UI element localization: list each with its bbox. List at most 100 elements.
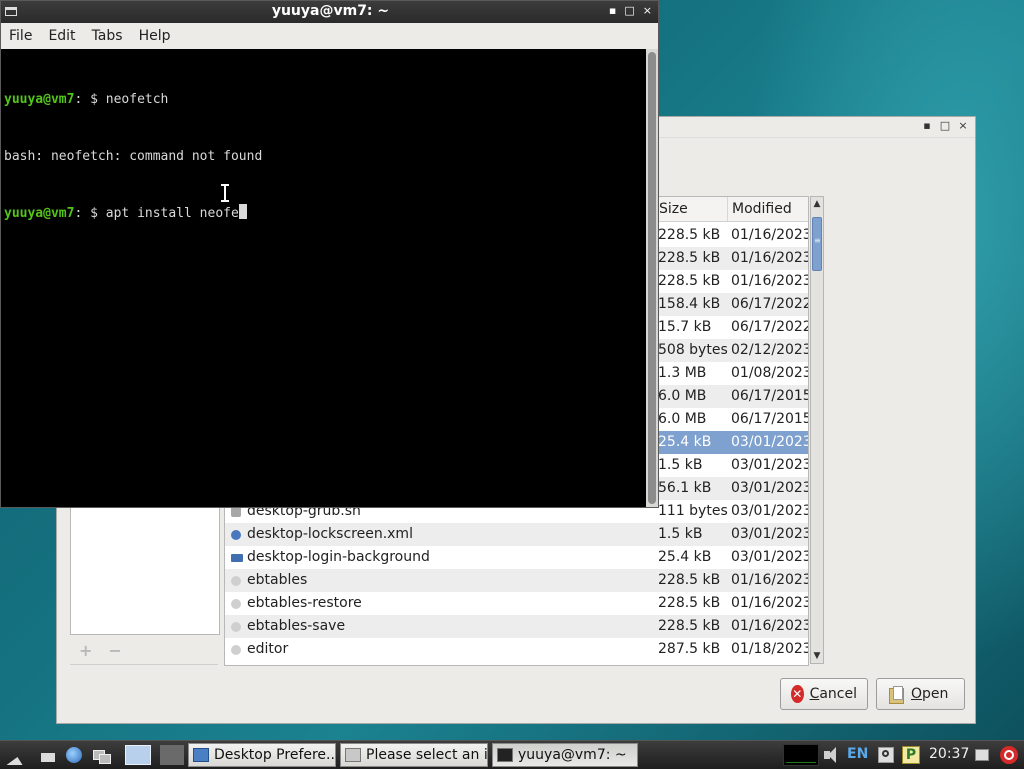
file-modified: 01/16/2023: [731, 572, 809, 588]
file-row[interactable]: ebtables-save 228.5 kB 01/16/2023: [225, 615, 808, 638]
file-size: 6.0 MB: [658, 388, 707, 404]
taskbar-separator: [160, 745, 184, 765]
file-modified: 03/01/2023: [731, 457, 809, 473]
file-icon: [231, 576, 241, 586]
size-column-header[interactable]: Size: [654, 197, 727, 221]
file-size: 228.5 kB: [658, 250, 721, 266]
file-size: 25.4 kB: [658, 549, 712, 565]
file-name: editor: [247, 641, 289, 657]
file-name: desktop-lockscreen.xml: [247, 526, 413, 542]
menu-edit[interactable]: Edit: [40, 28, 83, 44]
dialog-minimize-button[interactable]: ▪: [921, 119, 933, 133]
cancel-label: Cancel: [809, 686, 857, 702]
remove-bookmark-button[interactable]: −: [108, 641, 121, 660]
clock[interactable]: 20:37: [929, 746, 969, 762]
file-modified: 03/01/2023: [731, 503, 809, 519]
file-name: ebtables-save: [247, 618, 346, 634]
task-please-select[interactable]: Please select an i...: [340, 743, 488, 767]
lock-screen-icon[interactable]: [973, 746, 991, 764]
terminal-minimize-button[interactable]: ▪: [609, 4, 616, 17]
file-list-scrollbar[interactable]: ▲ ≡ ▼: [810, 196, 824, 664]
file-modified: 01/16/2023: [731, 273, 809, 289]
file-size: 1.5 kB: [658, 457, 703, 473]
keyboard-layout-indicator[interactable]: EN: [847, 746, 868, 762]
file-modified: 03/01/2023: [731, 434, 809, 450]
terminal-scrollbar[interactable]: [646, 49, 658, 507]
file-size: 56.1 kB: [658, 480, 712, 496]
show-desktop-icon[interactable]: [123, 744, 151, 766]
power-icon[interactable]: [1000, 746, 1018, 764]
terminal-title: yuuya@vm7: ~: [271, 3, 390, 19]
file-modified: 03/01/2023: [731, 549, 809, 565]
file-modified: 02/12/2023: [731, 342, 809, 358]
file-size: 15.7 kB: [658, 319, 712, 335]
file-modified: 06/17/2022: [731, 319, 809, 335]
open-folder-icon: [887, 685, 905, 704]
file-row[interactable]: editor 287.5 kB 01/18/2023: [225, 638, 808, 661]
task-label: Desktop Prefere...: [214, 747, 336, 763]
file-size: 158.4 kB: [658, 296, 721, 312]
file-size: 228.5 kB: [658, 595, 721, 611]
terminal-menubar: File Edit Tabs Help: [1, 23, 658, 49]
file-modified: 01/08/2023: [731, 365, 809, 381]
file-size: 228.5 kB: [658, 572, 721, 588]
scroll-down-arrow-icon[interactable]: ▼: [811, 649, 823, 663]
file-row[interactable]: desktop-lockscreen.xml 1.5 kB 03/01/2023: [225, 523, 808, 546]
scrollbar-thumb[interactable]: ≡: [812, 217, 822, 271]
dialog-close-button[interactable]: ×: [957, 119, 969, 133]
task-terminal[interactable]: yuuya@vm7: ~: [492, 743, 638, 767]
menu-file[interactable]: File: [1, 28, 40, 44]
terminal-maximize-button[interactable]: □: [624, 4, 634, 17]
start-menu-icon[interactable]: [6, 745, 26, 765]
menu-help[interactable]: Help: [131, 28, 179, 44]
cancel-button[interactable]: ✕ Cancel: [780, 678, 868, 710]
file-size: 6.0 MB: [658, 411, 707, 427]
file-name: ebtables-restore: [247, 595, 362, 611]
task-label: Please select an i...: [366, 747, 488, 763]
terminal-titlebar[interactable]: yuuya@vm7: ~ ▪ □ ×: [1, 1, 658, 23]
file-size: 228.5 kB: [658, 227, 721, 243]
file-size: 1.3 MB: [658, 365, 707, 381]
places-sidebar[interactable]: [70, 507, 220, 635]
terminal-output[interactable]: yuuya@vm7: $ neofetch bash: neofetch: co…: [1, 49, 644, 507]
file-size: 228.5 kB: [658, 618, 721, 634]
cancel-icon: ✕: [791, 685, 804, 703]
file-icon: [231, 622, 241, 632]
file-modified: 03/01/2023: [731, 526, 809, 542]
web-browser-icon[interactable]: [64, 745, 84, 765]
task-desktop-preferences[interactable]: Desktop Prefere...: [188, 743, 336, 767]
text-cursor: [238, 204, 247, 219]
task-label: yuuya@vm7: ~: [518, 747, 627, 763]
file-icon: [231, 645, 241, 655]
search-icon[interactable]: [877, 746, 895, 764]
ibeam-cursor-icon: [220, 184, 230, 202]
terminal-window: yuuya@vm7: ~ ▪ □ × File Edit Tabs Help y…: [0, 0, 659, 508]
taskbar: Desktop Prefere... Please select an i...…: [0, 740, 1024, 769]
picture-select-icon: [345, 748, 361, 762]
open-button[interactable]: Open: [876, 678, 965, 710]
file-manager-icon[interactable]: [38, 745, 58, 765]
file-row[interactable]: ebtables 228.5 kB 01/16/2023: [225, 569, 808, 592]
file-icon: [231, 599, 241, 609]
terminal-scrollbar-thumb[interactable]: [648, 52, 656, 504]
file-size: 1.5 kB: [658, 526, 703, 542]
file-row[interactable]: ebtables-restore 228.5 kB 01/16/2023: [225, 592, 808, 615]
clipboard-p-icon[interactable]: P: [902, 746, 920, 764]
dialog-maximize-button[interactable]: □: [939, 119, 951, 133]
modified-column-header[interactable]: Modified: [727, 197, 808, 221]
file-row[interactable]: desktop-login-background 25.4 kB 03/01/202…: [225, 546, 808, 569]
xml-icon: [231, 530, 241, 540]
open-label: Open: [911, 686, 949, 702]
file-modified: 06/17/2015: [731, 411, 809, 427]
file-modified: 01/16/2023: [731, 618, 809, 634]
menu-tabs[interactable]: Tabs: [84, 28, 131, 44]
add-bookmark-button[interactable]: +: [79, 641, 92, 660]
terminal-line: yuuya@vm7: $ neofetch: [4, 92, 169, 107]
volume-icon[interactable]: [822, 746, 840, 764]
scroll-up-arrow-icon[interactable]: ▲: [811, 197, 823, 211]
terminal-close-button[interactable]: ×: [643, 4, 652, 17]
window-switcher-icon[interactable]: [92, 745, 112, 765]
image-icon: [231, 554, 243, 562]
file-size: 287.5 kB: [658, 641, 721, 657]
file-size: 228.5 kB: [658, 273, 721, 289]
